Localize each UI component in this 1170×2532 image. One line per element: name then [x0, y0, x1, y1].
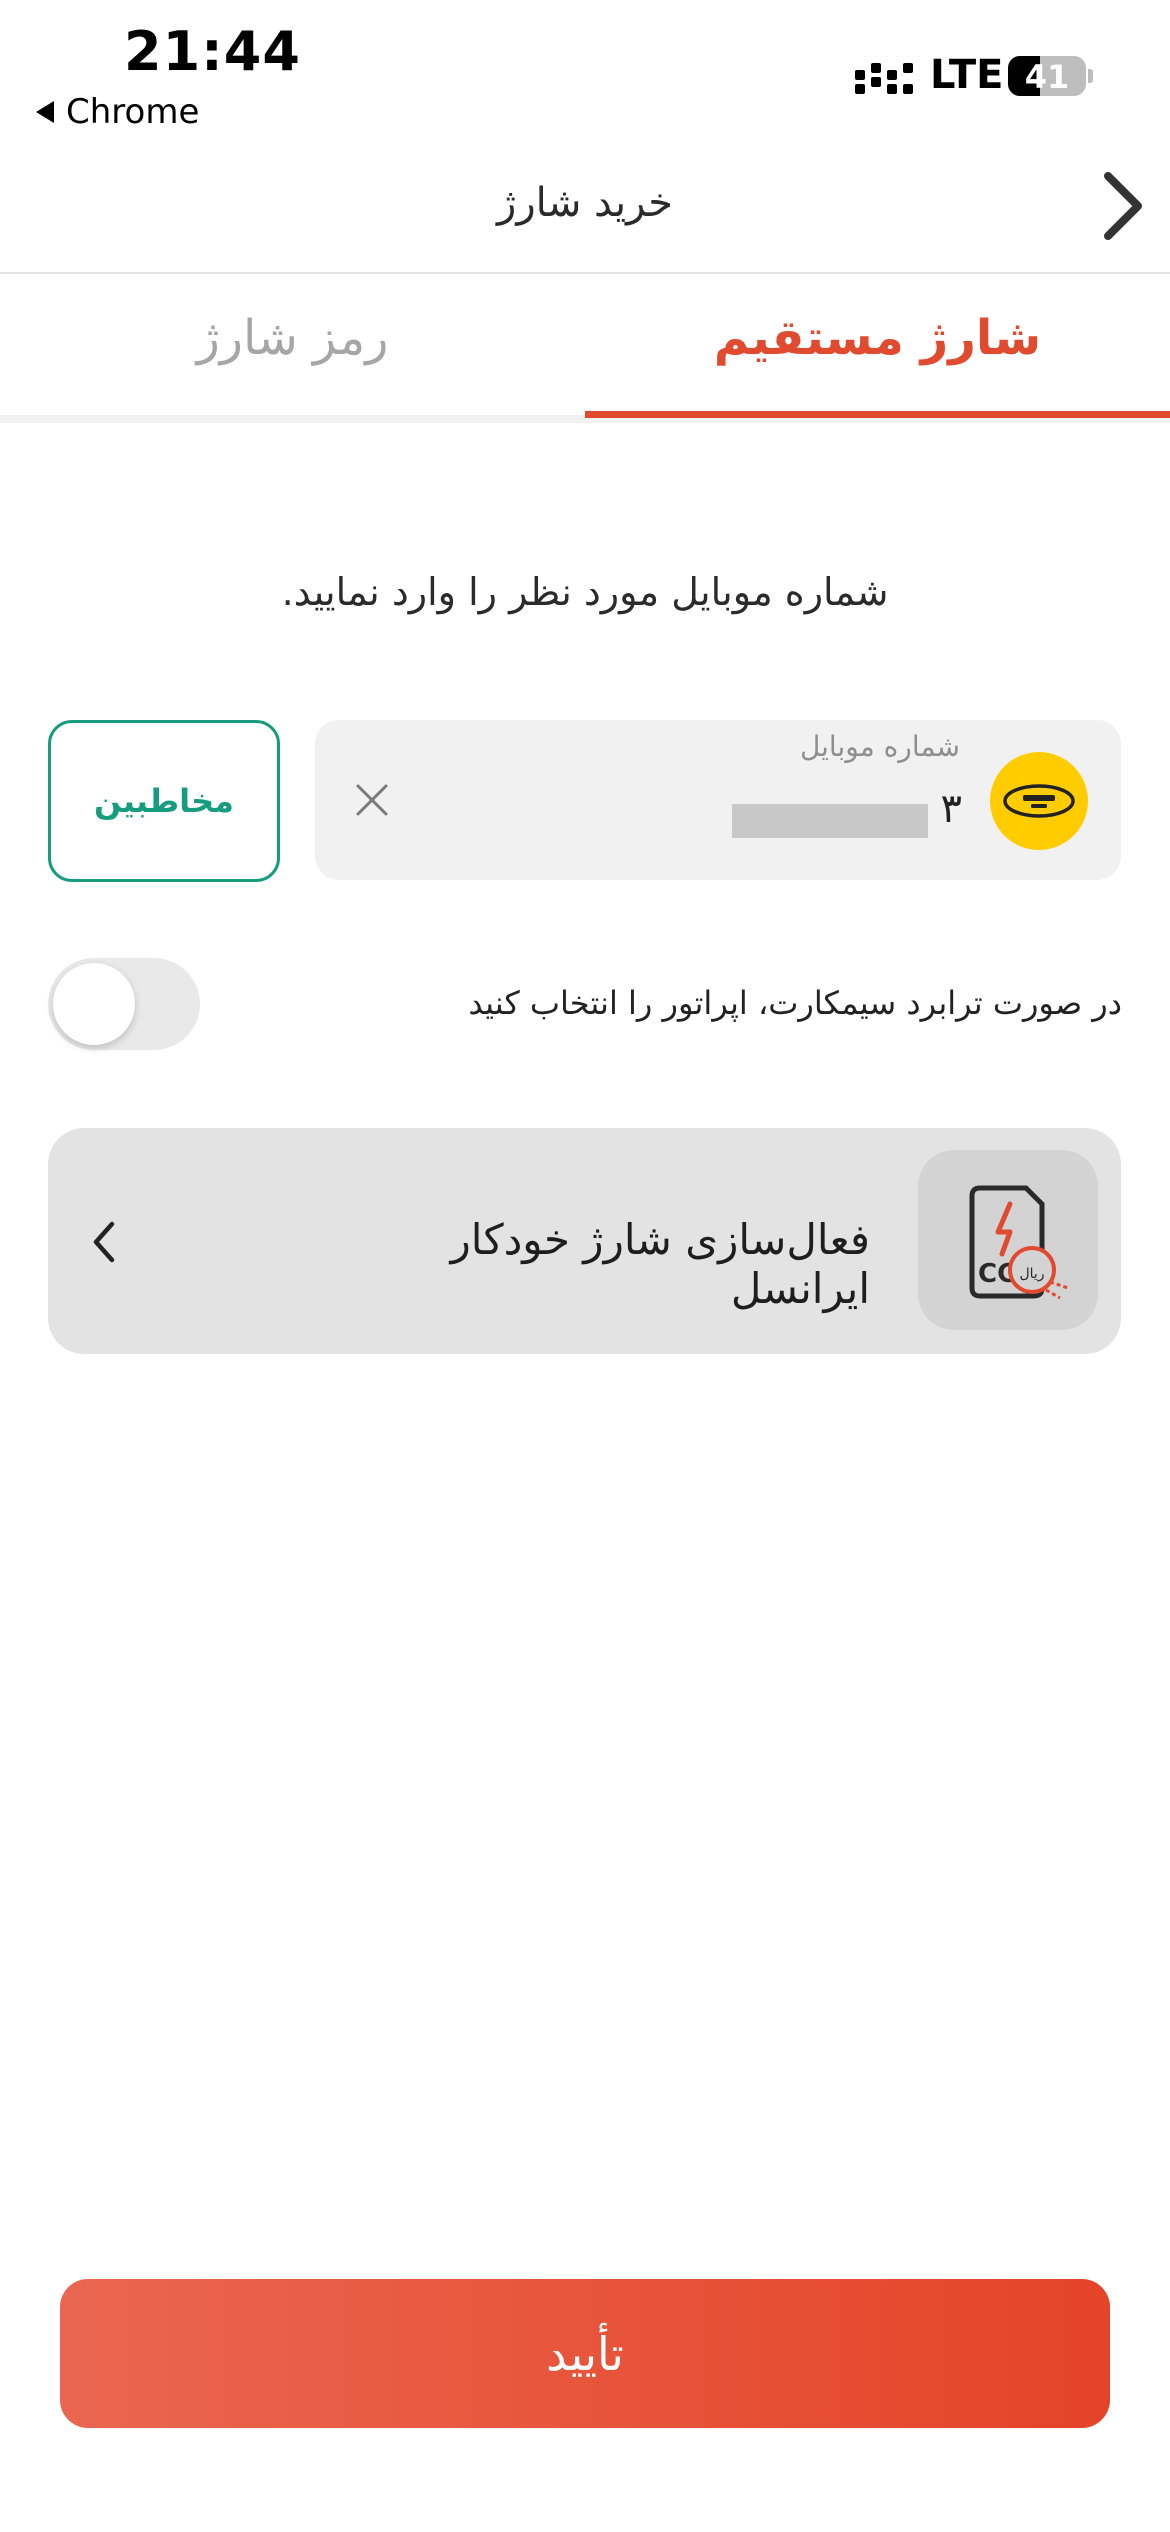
- back-triangle-icon: [36, 101, 54, 123]
- active-tab-indicator: [585, 411, 1170, 418]
- irancell-logo-icon: [990, 752, 1088, 850]
- back-to-app-link[interactable]: Chrome: [36, 92, 199, 132]
- chevron-left-icon: [93, 1221, 115, 1263]
- tab-charge-pin[interactable]: رمز شارژ: [0, 310, 585, 366]
- chevron-right-icon[interactable]: [1096, 168, 1148, 244]
- operator-toggle-label: در صورت ترابرد سیمکارت، اپراتور را انتخا…: [468, 984, 1122, 1022]
- page-title: خرید شارژ: [497, 180, 673, 226]
- close-icon[interactable]: [352, 780, 392, 820]
- status-time: 21:44: [124, 20, 301, 83]
- operator-toggle[interactable]: [48, 958, 200, 1050]
- sim-charge-icon-text: ریال: [1019, 1266, 1044, 1282]
- sim-charge-icon: CC ریال: [918, 1150, 1098, 1330]
- phone-field-label: شماره موبایل: [799, 730, 960, 763]
- battery-icon: 41: [1008, 56, 1086, 96]
- signal-icon: [855, 63, 913, 94]
- confirm-button[interactable]: تأیید: [60, 2279, 1110, 2428]
- auto-charge-title: فعال‌سازی شارژ خودکار ایرانسل: [450, 1215, 871, 1313]
- instruction-text: شماره موبایل مورد نظر را وارد نمایید.: [281, 570, 889, 614]
- battery-cap: [1088, 69, 1093, 83]
- back-app-label: Chrome: [66, 92, 200, 132]
- contacts-button[interactable]: مخاطبین: [48, 720, 280, 882]
- battery-level: 41: [1024, 58, 1070, 96]
- tab-direct-charge[interactable]: شارژ مستقیم: [585, 310, 1170, 366]
- toggle-knob: [53, 963, 135, 1045]
- header-divider: [0, 272, 1170, 274]
- network-type: LTE: [930, 52, 1004, 98]
- redacted-phone-digits: [732, 804, 928, 838]
